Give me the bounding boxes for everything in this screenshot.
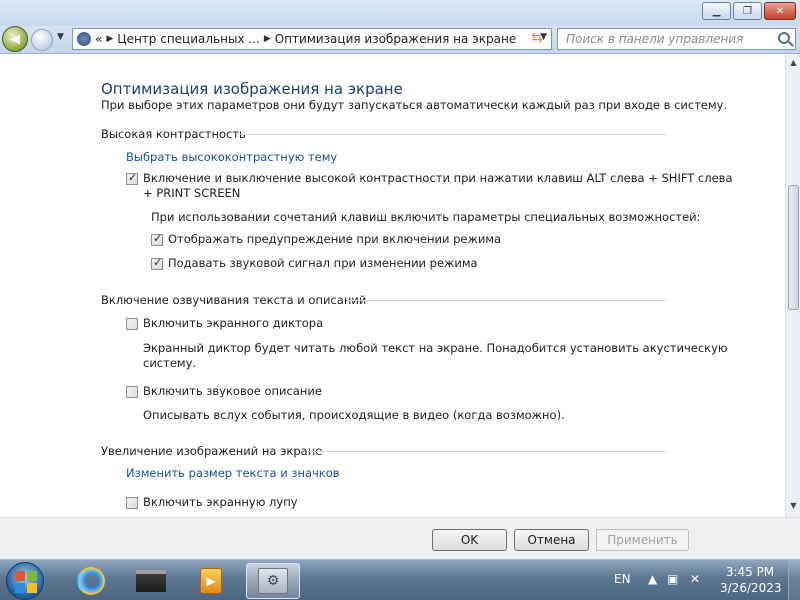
address-bar[interactable]: « ▶ Центр специальных ... ▶ Оптимизация … [72,28,552,50]
apply-button[interactable]: Применить [596,529,689,551]
magnifier-label[interactable]: Включить экранную лупу [143,495,298,510]
page-subtitle: При выборе этих параметров они будут зап… [101,98,728,112]
sound-on-change-checkbox[interactable] [151,256,163,270]
maximize-button[interactable]: ❐ [733,2,762,20]
main-content: Оптимизация изображения на экране При вы… [0,55,785,517]
minimize-button[interactable]: ▁ [702,2,731,20]
warning-on-enable-label[interactable]: Отображать предупреждение при включении … [168,232,501,247]
start-button[interactable] [6,562,44,600]
clock[interactable]: 3:45 PM 3/26/2023 [720,564,782,596]
section-divider [347,300,666,301]
breadcrumb-display-optimization[interactable]: Оптимизация изображения на экране [275,32,516,46]
forward-button[interactable] [31,29,53,51]
network-icon[interactable]: ▣ [667,572,678,586]
magnifier-checkbox[interactable] [126,497,138,509]
audio-description-text: Описывать вслух события, происходящие в … [143,408,565,422]
language-indicator[interactable]: EN [614,572,631,586]
taskbar: ▶ ⚙ EN ▲ ▣ ✕ 3:45 PM 3/26/2023 [0,559,800,600]
arrow-left-icon: ◀ [10,31,20,47]
section-divider [308,451,666,452]
search-icon[interactable] [778,32,790,44]
section-divider [236,134,666,135]
recent-pages-dropdown[interactable]: ▼ [57,32,64,42]
vertical-scrollbar[interactable]: ▲ ▼ [785,55,800,517]
control-panel-icon: ⚙ [258,568,288,594]
ok-button[interactable]: OK [432,529,507,551]
audio-description-checkbox[interactable] [126,386,138,398]
breadcrumb-accessibility-center[interactable]: Центр специальных ... [117,32,260,46]
address-overflow[interactable]: « [95,32,102,46]
high-contrast-shortcut-label[interactable]: Включение и выключение высокой контрастн… [143,171,733,186]
media-player-icon: ▶ [200,568,222,594]
navigation-bar: ◀ ▼ « ▶ Центр специальных ... ▶ Оптимиза… [0,26,800,54]
section-narration-title: Включение озвучивания текста и описаний [101,293,367,307]
audio-description-label[interactable]: Включить звуковое описание [143,384,322,399]
sound-on-change-label[interactable]: Подавать звуковой сигнал при изменении р… [168,256,478,271]
title-bar: ▁ ❐ ✕ [0,0,800,26]
back-button[interactable]: ◀ [2,26,28,52]
show-desktop-button[interactable] [788,560,800,600]
taskbar-control-panel[interactable]: ⚙ [246,563,300,599]
show-hidden-icons-icon[interactable]: ▲ [648,572,657,586]
taskbar-windows-explorer[interactable] [124,563,178,599]
window-controls: ▁ ❐ ✕ [700,2,796,20]
narrator-checkbox[interactable] [126,318,138,330]
high-contrast-shortcut-label-2[interactable]: + PRINT SCREEN [143,186,240,201]
internet-explorer-icon [77,567,105,595]
volume-muted-icon[interactable]: ✕ [690,572,700,586]
section-high-contrast-title: Высокая контрастность [101,127,246,141]
close-button[interactable]: ✕ [764,2,796,20]
narrator-label[interactable]: Включить экранного диктора [143,316,323,331]
clock-time: 3:45 PM [725,565,775,579]
refresh-icon[interactable]: ⇆ [527,30,547,48]
scroll-thumb[interactable] [788,185,799,310]
shortcut-caption: При использовании сочетаний клавиш включ… [151,210,701,224]
taskbar-internet-explorer[interactable] [64,563,118,599]
folder-icon [136,570,166,592]
high-contrast-shortcut-checkbox[interactable] [126,171,138,185]
narrator-description: Экранный диктор будет читать любой текст… [143,341,728,355]
warning-on-enable-checkbox[interactable] [151,232,163,246]
chevron-right-icon[interactable]: ▶ [264,34,271,44]
search-box [557,28,796,50]
narrator-description-2: систему. [143,356,197,370]
page-title: Оптимизация изображения на экране [101,80,403,98]
search-input[interactable] [566,32,766,46]
scroll-up-icon[interactable]: ▲ [788,58,799,70]
section-magnify-title: Увеличение изображений на экране [101,444,323,458]
cancel-button[interactable]: Отмена [514,529,589,551]
control-panel-icon [77,32,91,46]
high-contrast-theme-link[interactable]: Выбрать высококонтрастную тему [126,150,337,164]
taskbar-media-player[interactable]: ▶ [184,563,238,599]
scroll-down-icon[interactable]: ▼ [788,501,799,513]
dialog-button-bar: OK Отмена Применить [0,517,800,559]
chevron-right-icon[interactable]: ▶ [106,34,113,44]
clock-date: 3/26/2023 [720,581,782,595]
resize-text-icons-link[interactable]: Изменить размер текста и значков [126,466,340,480]
